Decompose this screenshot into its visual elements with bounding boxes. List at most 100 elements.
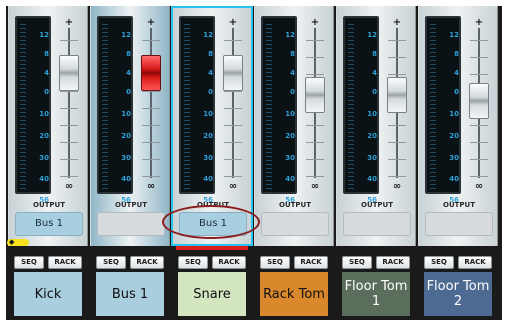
- fader-scale-tick: [470, 142, 488, 143]
- meter-led: [102, 48, 108, 49]
- meter-led: [430, 176, 436, 177]
- output-label: OUTPUT: [361, 201, 393, 209]
- meter-led: [20, 156, 26, 157]
- meter-led: [430, 120, 436, 121]
- seq-button[interactable]: SEQ: [178, 256, 208, 269]
- fader-scale-tick: [142, 159, 160, 160]
- channel-name[interactable]: Snare: [178, 272, 246, 316]
- channel-strip: 12 8 4 0 10 20 30 40 56 + ∞ OUTPUT SEQ RACK Rack Tom: [253, 6, 335, 320]
- fader-scale-tick: [224, 40, 242, 41]
- fader-scale-tick: [470, 125, 488, 126]
- fader-top-marker: +: [392, 17, 402, 28]
- fader-scale-tick: [142, 176, 160, 177]
- meter-led: [430, 48, 436, 49]
- fader-scale-tick: [142, 108, 160, 109]
- meter-led: [266, 148, 272, 149]
- fader-scale-tick: [224, 125, 242, 126]
- fader-bottom-marker: ∞: [392, 181, 402, 192]
- rack-button[interactable]: RACK: [376, 256, 410, 269]
- volume-fader[interactable]: [387, 77, 407, 114]
- meter-led: [430, 188, 436, 189]
- meter-led: [348, 56, 354, 57]
- fader-scale-tick: [388, 159, 406, 160]
- fader-scale-tick: [224, 159, 242, 160]
- channel-footer: SEQ RACK Bus 1: [90, 250, 170, 318]
- level-meter: 12 8 4 0 10 20 30 40 56: [343, 16, 379, 204]
- meter-led: [184, 28, 190, 29]
- fader-scale-tick: [142, 91, 160, 92]
- meter-led: [266, 28, 272, 29]
- volume-fader[interactable]: [223, 54, 243, 91]
- seq-button[interactable]: SEQ: [14, 256, 44, 269]
- fader-top-marker: +: [228, 17, 238, 28]
- meter-led: [102, 140, 108, 141]
- rack-button[interactable]: RACK: [48, 256, 82, 269]
- output-bus-selector[interactable]: [97, 212, 165, 236]
- selected-channel-bar: [176, 246, 248, 250]
- channel-name[interactable]: Floor Tom 2: [424, 272, 492, 316]
- meter-led: [102, 96, 108, 97]
- meter-led: [184, 112, 190, 113]
- output-bus-selector[interactable]: Bus 1: [15, 212, 83, 236]
- meter-led: [348, 44, 354, 45]
- output-label: OUTPUT: [443, 201, 475, 209]
- meter-led: [20, 140, 26, 141]
- meter-led: [348, 116, 354, 117]
- fader-scale-tick: [306, 142, 324, 143]
- meter-led: [348, 76, 354, 77]
- meter-led: [430, 140, 436, 141]
- meter-led: [184, 60, 190, 61]
- seq-button[interactable]: SEQ: [260, 256, 290, 269]
- meter-led: [266, 188, 272, 189]
- meter-led: [348, 88, 354, 89]
- output-bus-selector[interactable]: [425, 212, 493, 236]
- rack-button[interactable]: RACK: [130, 256, 164, 269]
- channel-name[interactable]: Kick: [14, 272, 82, 316]
- output-bus-selector[interactable]: [343, 212, 411, 236]
- fader-scale-tick: [388, 142, 406, 143]
- rack-button[interactable]: RACK: [212, 256, 246, 269]
- fader-top-marker: +: [310, 17, 320, 28]
- fader-scale-tick: [388, 40, 406, 41]
- meter-led: [20, 44, 26, 45]
- fader-scale-tick: [60, 40, 78, 41]
- rack-button[interactable]: RACK: [294, 256, 328, 269]
- fader-scale-tick: [306, 57, 324, 58]
- channel-footer: SEQ RACK Floor Tom 2: [418, 250, 498, 318]
- volume-fader[interactable]: [305, 77, 325, 114]
- channel-name[interactable]: Rack Tom: [260, 272, 328, 316]
- meter-led: [184, 132, 190, 133]
- seq-button[interactable]: SEQ: [342, 256, 372, 269]
- meter-led: [266, 52, 272, 53]
- output-bus-selector[interactable]: [261, 212, 329, 236]
- volume-fader[interactable]: [469, 83, 489, 119]
- meter-led: [430, 24, 436, 25]
- meter-led: [348, 144, 354, 145]
- fader-bottom-marker: ∞: [474, 181, 484, 192]
- meter-led: [20, 52, 26, 53]
- highlight-circle: [162, 205, 260, 239]
- meter-led: [20, 136, 26, 137]
- rack-button[interactable]: RACK: [458, 256, 492, 269]
- seq-button[interactable]: SEQ: [96, 256, 126, 269]
- meter-led: [266, 144, 272, 145]
- meter-led: [266, 116, 272, 117]
- meter-led: [184, 124, 190, 125]
- meter-led: [266, 176, 272, 177]
- volume-fader[interactable]: [59, 54, 79, 91]
- meter-led: [348, 52, 354, 53]
- volume-fader[interactable]: [141, 54, 161, 91]
- meter-led: [430, 128, 436, 129]
- meter-led: [430, 180, 436, 181]
- output-label: OUTPUT: [115, 201, 147, 209]
- fader-scale-tick: [388, 125, 406, 126]
- meter-led: [102, 40, 108, 41]
- meter-led: [348, 164, 354, 165]
- channel-name[interactable]: Floor Tom 1: [342, 272, 410, 316]
- channel-name[interactable]: Bus 1: [96, 272, 164, 316]
- meter-led: [184, 176, 190, 177]
- meter-led: [20, 108, 26, 109]
- seq-button[interactable]: SEQ: [424, 256, 454, 269]
- meter-led: [430, 168, 436, 169]
- fader-track: [150, 28, 152, 178]
